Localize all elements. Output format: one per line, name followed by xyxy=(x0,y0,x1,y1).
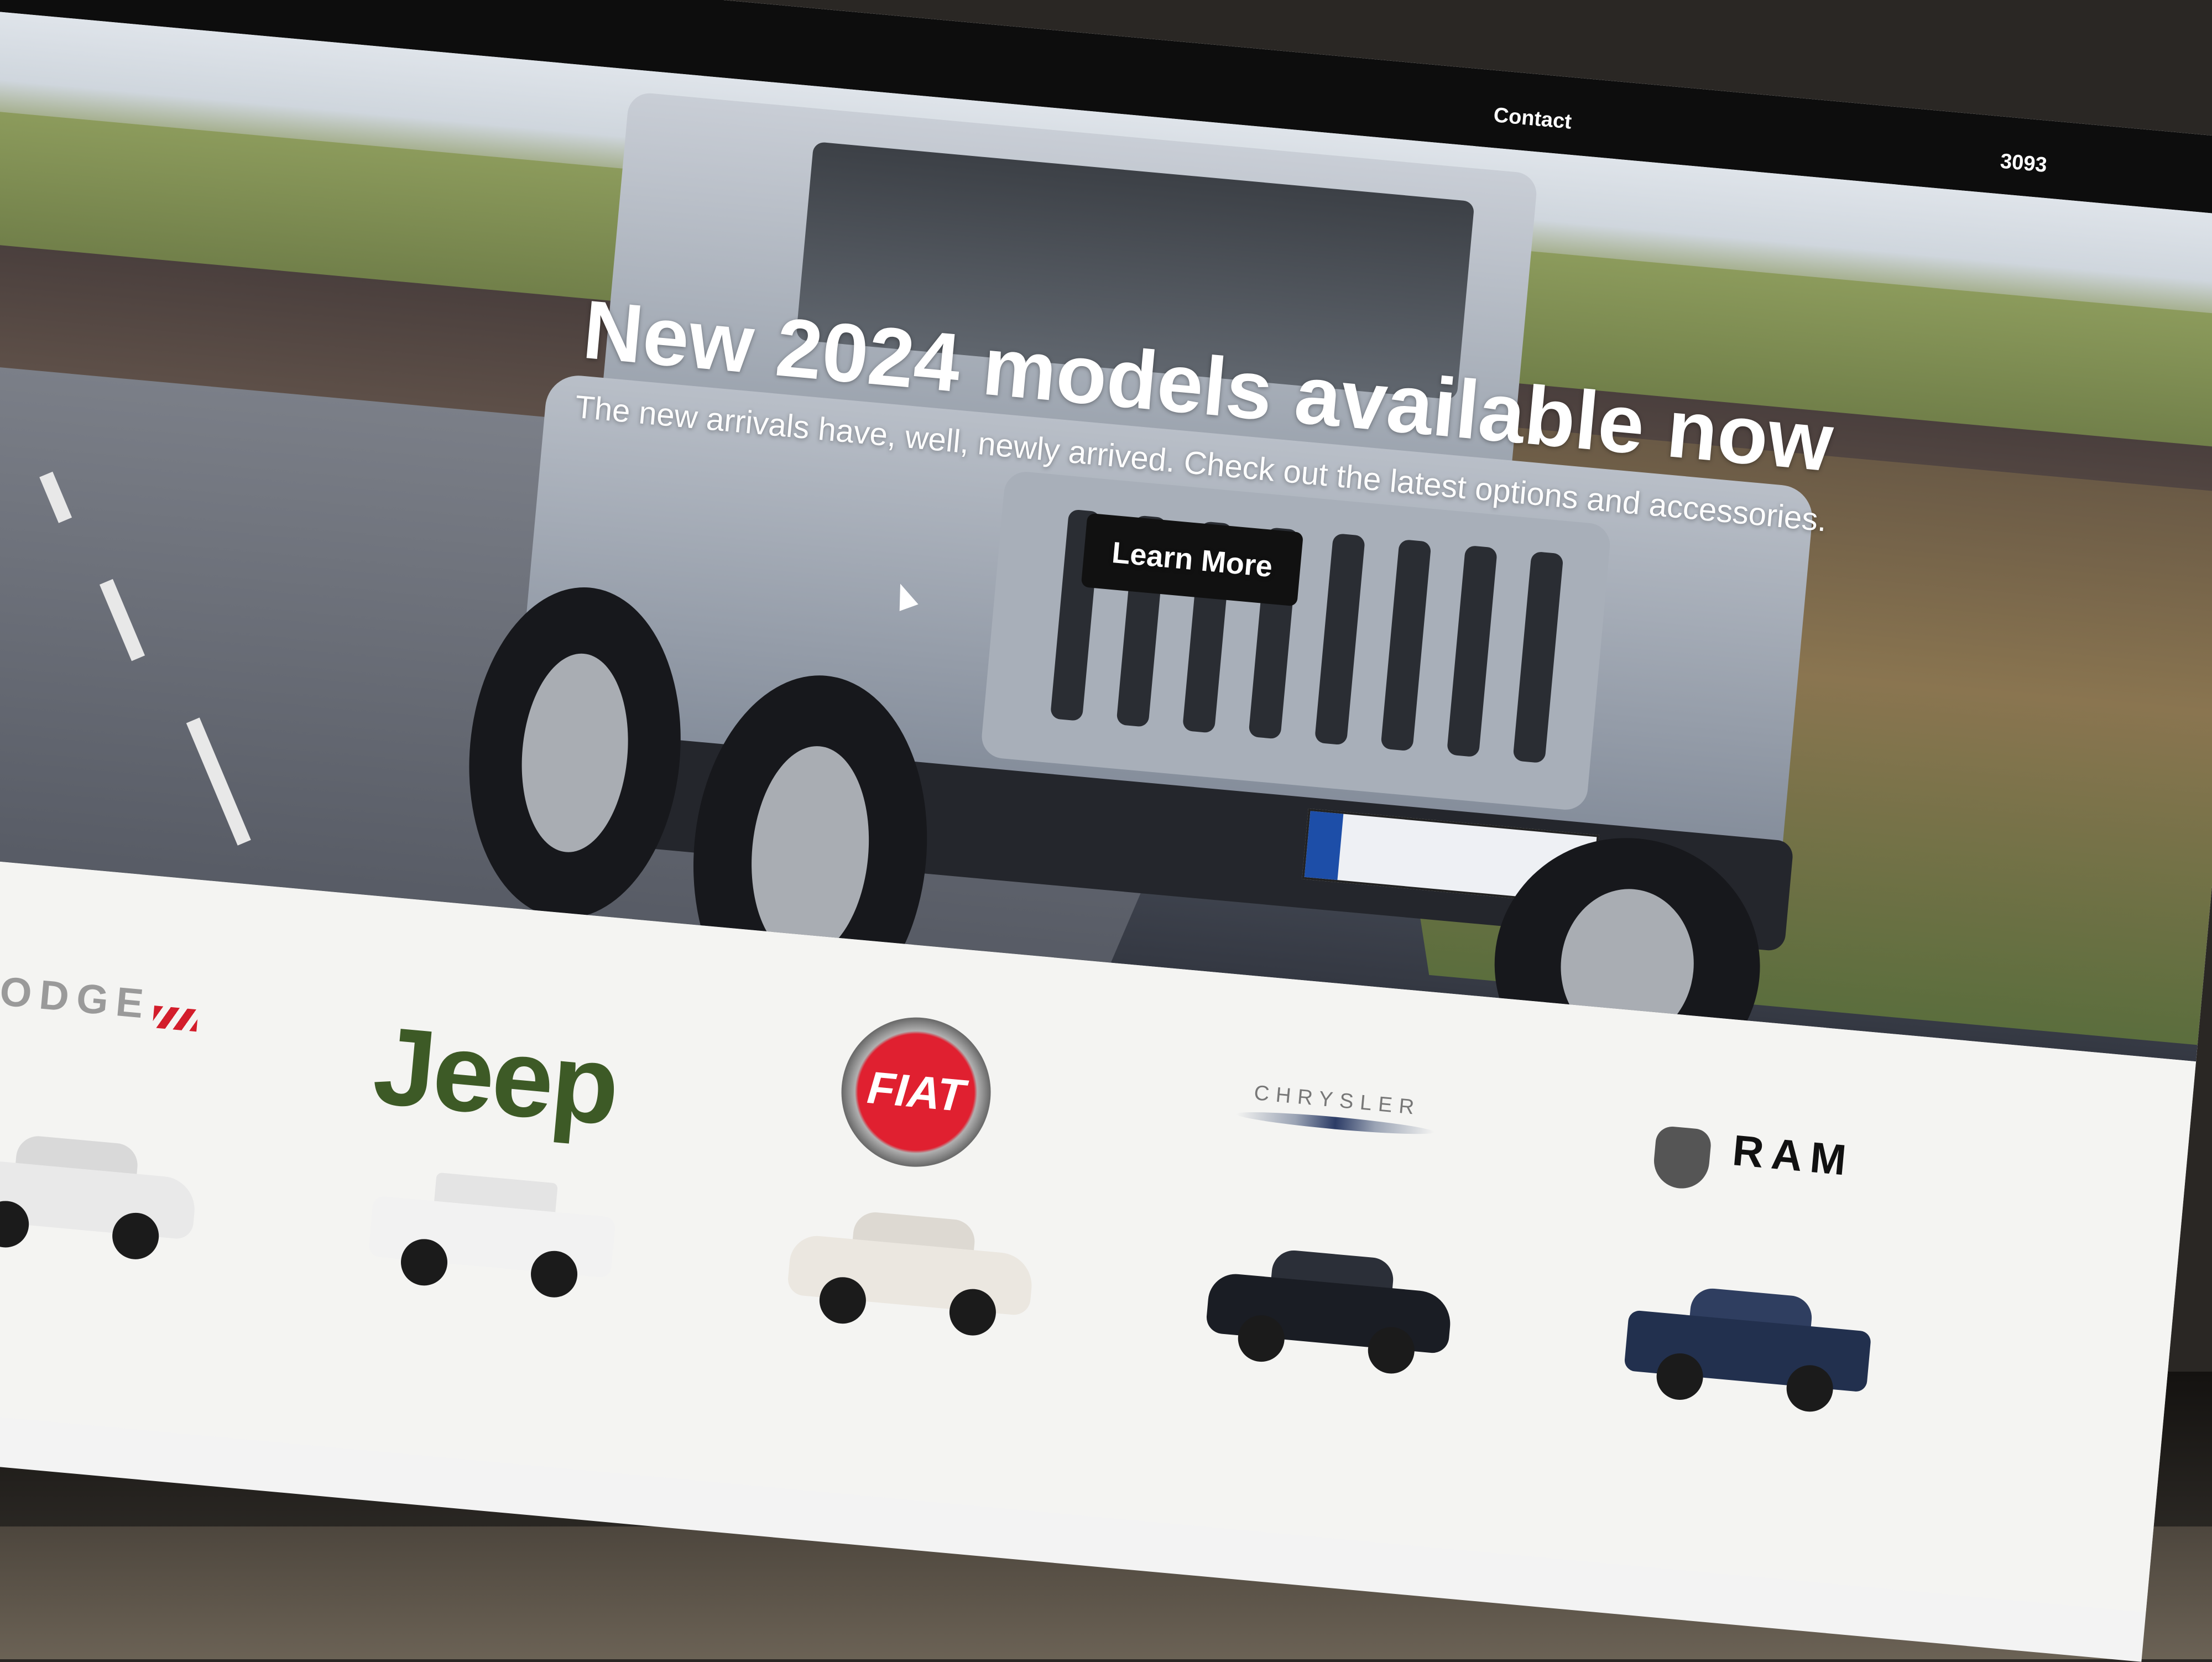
brand-link-chrysler[interactable]: CHRYSLER xyxy=(1088,965,1557,1554)
browser-screen: Contact 3093 New 2024 models available n… xyxy=(0,0,2212,1662)
jeep-logo: Jeep xyxy=(280,994,711,1159)
ram-logo: RAM xyxy=(1542,1108,1966,1213)
dodge-stripes-icon xyxy=(152,1005,199,1032)
chrysler-car-image xyxy=(1204,1239,1456,1376)
brand-link-ram[interactable]: RAM xyxy=(1507,1003,1976,1592)
brand-link-fiat[interactable]: FIAT xyxy=(670,927,1139,1516)
plate-country-strip xyxy=(1304,811,1344,881)
fiat-car-image xyxy=(785,1201,1037,1338)
brand-link-dodge[interactable]: DODGE xyxy=(0,851,301,1440)
ram-head-icon xyxy=(1651,1125,1713,1191)
dodge-wordmark: DODGE xyxy=(0,964,153,1028)
jeep-wordmark: Jeep xyxy=(368,1003,623,1149)
jeep-car-image xyxy=(367,1163,619,1300)
nav-link-contact[interactable]: Contact xyxy=(1493,103,1573,134)
ram-wordmark: RAM xyxy=(1730,1126,1856,1185)
fiat-logo: FIAT xyxy=(700,1010,1129,1186)
nav-phone-number[interactable]: 3093 xyxy=(1999,150,2048,178)
brand-link-jeep[interactable]: Jeep xyxy=(252,889,721,1478)
dodge-car-image xyxy=(0,1124,200,1262)
chrysler-logo: CHRYSLER xyxy=(1125,1070,1547,1148)
dodge-logo: DODGE xyxy=(0,956,292,1041)
ram-truck-image xyxy=(1623,1277,1875,1414)
fiat-badge-icon: FIAT xyxy=(834,1010,998,1174)
